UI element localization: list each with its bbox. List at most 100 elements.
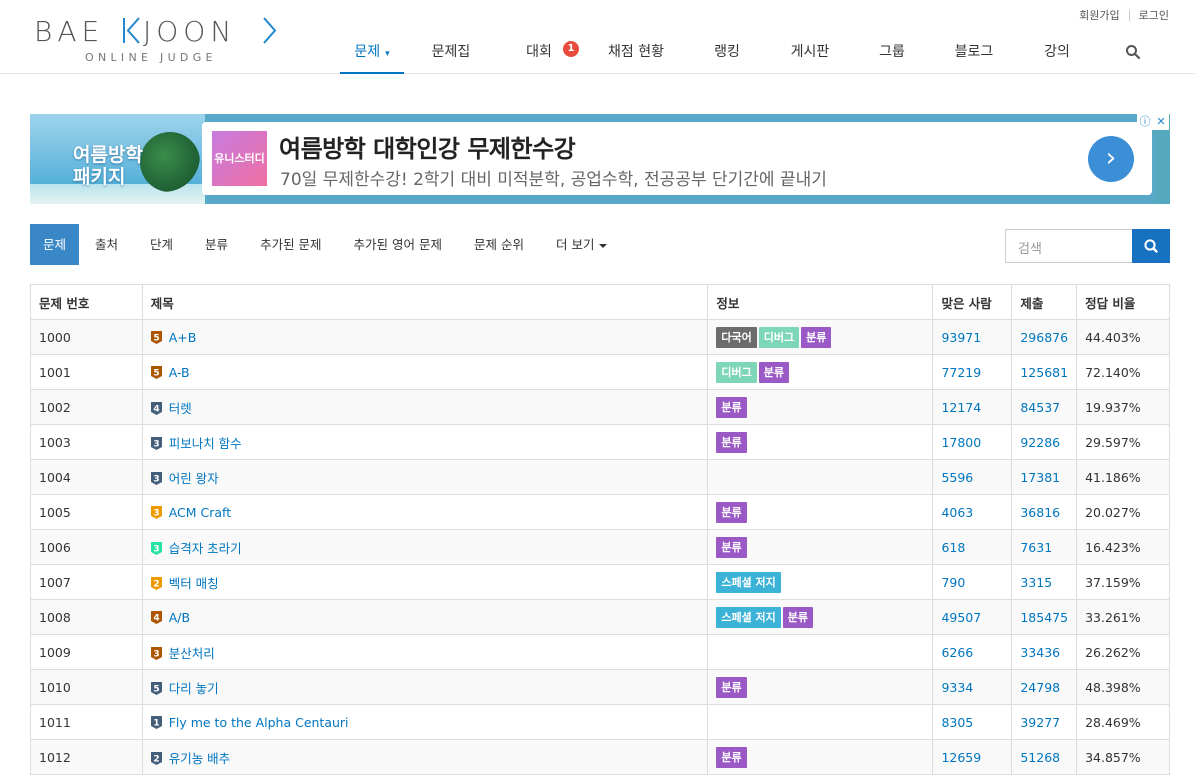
problem-title-link[interactable]: 유기농 배추 xyxy=(169,751,230,766)
svg-text:JOON: JOON xyxy=(143,15,236,46)
svg-text:3: 3 xyxy=(153,649,159,659)
table-row: 1010 5 다리 놓기 분류 9334 24798 48.398% xyxy=(30,669,1170,705)
nav-item-problems[interactable]: 문제 ▾ xyxy=(340,34,404,74)
nav-item-group[interactable]: 그룹 xyxy=(858,34,926,74)
problem-title-link[interactable]: ACM Craft xyxy=(169,505,231,520)
nav-item-board[interactable]: 게시판 xyxy=(762,34,858,74)
problem-title-link[interactable]: 벡터 매칭 xyxy=(169,576,219,591)
tab-more-label: 더 보기 xyxy=(555,237,595,252)
category-tag[interactable]: 분류 xyxy=(716,396,747,418)
submit-count-link[interactable]: 39277 xyxy=(1020,715,1060,730)
tab-step[interactable]: 단계 xyxy=(134,224,189,265)
problem-title-link[interactable]: 분산처리 xyxy=(169,646,215,661)
category-tag[interactable]: 분류 xyxy=(758,361,789,383)
submit-count-link[interactable]: 3315 xyxy=(1020,575,1052,590)
chevron-right-icon[interactable]: › xyxy=(1088,136,1134,182)
submit-count-link[interactable]: 7631 xyxy=(1020,540,1052,555)
column-header[interactable]: 제목 xyxy=(141,284,709,320)
problem-info-cell: 분류 xyxy=(707,529,934,565)
category-tag[interactable]: 분류 xyxy=(716,746,747,768)
problem-title-link[interactable]: A-B xyxy=(169,365,190,380)
solved-count-link[interactable]: 618 xyxy=(941,540,965,555)
solved-count-link[interactable]: 77219 xyxy=(941,365,981,380)
solved-count-link[interactable]: 790 xyxy=(941,575,965,590)
solved-count-link[interactable]: 12659 xyxy=(941,750,981,765)
category-tag[interactable]: 분류 xyxy=(801,326,832,348)
problem-info-cell xyxy=(707,634,934,670)
tab-source[interactable]: 출처 xyxy=(79,224,134,265)
category-tag[interactable]: 분류 xyxy=(782,606,814,628)
column-header[interactable]: 문제 번호 xyxy=(30,284,143,320)
solved-count-link[interactable]: 4063 xyxy=(941,505,973,520)
solved-count-link[interactable]: 9334 xyxy=(941,680,973,695)
close-icon[interactable]: ✕ xyxy=(1153,114,1169,130)
submit-count-link[interactable]: 24798 xyxy=(1020,680,1060,695)
nav-item-ranking[interactable]: 랭킹 xyxy=(692,34,762,74)
solved-count-link[interactable]: 93971 xyxy=(941,330,981,345)
login-link[interactable]: 로그인 xyxy=(1139,7,1169,23)
submit-count-link[interactable]: 17381 xyxy=(1020,470,1060,485)
submit-count-link[interactable]: 84537 xyxy=(1020,400,1060,415)
search-button[interactable] xyxy=(1132,229,1170,263)
nav-item-workbook[interactable]: 문제집 xyxy=(404,34,498,74)
problem-id: 1012 xyxy=(30,739,143,775)
solved-count-link[interactable]: 6266 xyxy=(941,645,973,660)
tab-problems[interactable]: 문제 xyxy=(30,224,80,265)
problem-title-link[interactable]: 어린 왕자 xyxy=(169,471,219,486)
table-row: 1012 2 유기농 배추 분류 12659 51268 34.857% xyxy=(30,739,1170,775)
category-tag[interactable]: 분류 xyxy=(716,501,747,523)
solved-count-link[interactable]: 5596 xyxy=(941,470,973,485)
multilang-tag: 다국어 xyxy=(716,326,757,348)
nav-item-label: 채점 현황 xyxy=(608,44,664,60)
search-input[interactable]: 검색 xyxy=(1005,229,1133,263)
submit-count-link[interactable]: 51268 xyxy=(1020,750,1060,765)
column-header[interactable]: 정답 비율 xyxy=(1076,284,1170,320)
column-header[interactable]: 제출 xyxy=(1011,284,1078,320)
logo[interactable]: BAE JOON ONLINE JUDGE xyxy=(32,14,282,64)
submit-count-link[interactable]: 296876 xyxy=(1020,330,1068,345)
tab-problem-ranking[interactable]: 문제 순위 xyxy=(458,224,540,265)
problem-title-link[interactable]: 피보나치 함수 xyxy=(169,436,242,451)
submit-count-link[interactable]: 36816 xyxy=(1020,505,1060,520)
category-tag[interactable]: 분류 xyxy=(716,676,747,698)
nav-item-lecture[interactable]: 강의 xyxy=(1022,34,1092,74)
tab-added-english-problems[interactable]: 추가된 영어 문제 xyxy=(338,224,458,265)
submit-count-link-cell: 185475 xyxy=(1011,599,1078,635)
ad-headline[interactable]: 여름방학 대학인강 무제한수강 xyxy=(279,129,576,164)
tab-more-dropdown[interactable]: 더 보기 xyxy=(540,224,623,265)
accept-ratio: 44.403% xyxy=(1076,319,1170,355)
solved-count-link[interactable]: 49507 xyxy=(941,610,981,625)
submit-count-link[interactable]: 33436 xyxy=(1020,645,1060,660)
solved-count-link[interactable]: 8305 xyxy=(941,715,973,730)
submit-count-link[interactable]: 185475 xyxy=(1020,610,1068,625)
column-header: 정보 xyxy=(707,284,934,320)
logo-mark: BAE JOON xyxy=(34,15,277,48)
problem-id: 1003 xyxy=(30,424,143,460)
solved-count-link[interactable]: 17800 xyxy=(941,435,981,450)
info-icon[interactable]: ⓘ xyxy=(1137,114,1153,130)
nav-item-contest[interactable]: 대회 1 xyxy=(498,34,580,74)
column-header[interactable]: 맞은 사람 xyxy=(932,284,1013,320)
tab-category[interactable]: 분류 xyxy=(189,224,244,265)
submit-count-link[interactable]: 92286 xyxy=(1020,435,1060,450)
problem-title-link[interactable]: A+B xyxy=(169,330,197,345)
tab-added-problems[interactable]: 추가된 문제 xyxy=(244,224,337,265)
nav-item-blog[interactable]: 블로그 xyxy=(926,34,1022,74)
category-tag[interactable]: 분류 xyxy=(716,536,747,558)
ad-banner[interactable]: 여름방학 패키지 유니스터디 여름방학 대학인강 무제한수강 70일 무제한수강… xyxy=(30,114,1170,204)
submit-count-link[interactable]: 125681 xyxy=(1020,365,1068,380)
problem-title-link[interactable]: 다리 놓기 xyxy=(169,681,219,696)
tier-badge-icon: 2 xyxy=(150,751,162,765)
solved-count-link[interactable]: 12174 xyxy=(941,400,981,415)
signup-link[interactable]: 회원가입 xyxy=(1079,7,1119,23)
search-icon[interactable] xyxy=(1125,44,1141,60)
problem-info-cell: 디버그 분류 xyxy=(707,354,934,390)
problem-title-link[interactable]: Fly me to the Alpha Centauri xyxy=(169,715,349,730)
nav-item-status[interactable]: 채점 현황 xyxy=(580,34,692,74)
ad-image-title-line: 여름방학 xyxy=(73,144,143,166)
category-tag[interactable]: 분류 xyxy=(716,431,747,453)
problem-title-link[interactable]: A/B xyxy=(169,610,190,625)
ad-card[interactable]: 유니스터디 여름방학 대학인강 무제한수강 70일 무제한수강! 2학기 대비 … xyxy=(202,122,1152,195)
problem-title-link[interactable]: 습격자 초라기 xyxy=(169,541,242,556)
problem-title-link[interactable]: 터렛 xyxy=(169,401,192,416)
